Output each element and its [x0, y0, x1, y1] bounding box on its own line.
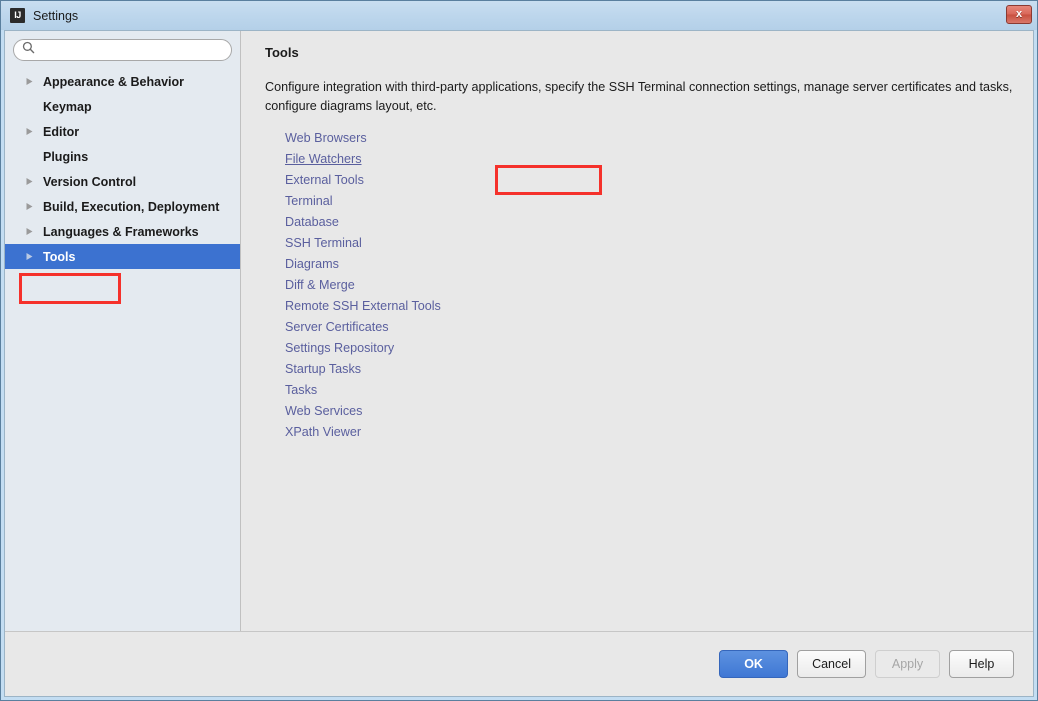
page-title: Tools [265, 45, 299, 60]
sidebar-item-label: Appearance & Behavior [43, 74, 185, 89]
search-container [5, 31, 240, 61]
page-description: Configure integration with third-party a… [265, 80, 1013, 113]
chevron-right-icon[interactable] [25, 227, 39, 236]
chevron-right-icon[interactable] [25, 127, 39, 136]
sidebar-item-label: Keymap [43, 99, 92, 114]
ok-button[interactable]: OK [719, 650, 789, 678]
settings-sidebar: Appearance & Behavior Keymap Editor Plug… [5, 31, 241, 631]
link-tasks[interactable]: Tasks [285, 380, 317, 401]
link-server-certificates[interactable]: Server Certificates [285, 317, 389, 338]
sidebar-item-label: Version Control [43, 174, 137, 189]
link-startup-tasks[interactable]: Startup Tasks [285, 359, 361, 380]
link-database[interactable]: Database [285, 212, 339, 233]
search-icon [22, 41, 35, 59]
link-xpath-viewer[interactable]: XPath Viewer [285, 422, 361, 443]
sidebar-item-keymap[interactable]: Keymap [5, 94, 240, 119]
sidebar-item-label: Editor [43, 124, 80, 139]
sidebar-item-languages-frameworks[interactable]: Languages & Frameworks [5, 219, 240, 244]
settings-tree: Appearance & Behavior Keymap Editor Plug… [5, 69, 240, 631]
link-ssh-terminal[interactable]: SSH Terminal [285, 233, 362, 254]
tools-subsection-links: Web Browsers File Watchers External Tool… [265, 128, 1015, 443]
panes: Appearance & Behavior Keymap Editor Plug… [5, 31, 1033, 631]
link-file-watchers[interactable]: File Watchers [285, 149, 362, 170]
sidebar-item-plugins[interactable]: Plugins [5, 144, 240, 169]
chevron-right-icon[interactable] [25, 202, 39, 211]
sidebar-item-appearance-behavior[interactable]: Appearance & Behavior [5, 69, 240, 94]
sidebar-item-label: Tools [43, 249, 76, 264]
sidebar-item-editor[interactable]: Editor [5, 119, 240, 144]
help-button[interactable]: Help [949, 650, 1014, 678]
settings-content-panel: Tools Configure integration with third-p… [241, 31, 1033, 631]
link-web-services[interactable]: Web Services [285, 401, 362, 422]
dialog-footer: OK Cancel Apply Help [5, 631, 1033, 696]
window-title: Settings [33, 8, 79, 23]
sidebar-item-label: Languages & Frameworks [43, 224, 199, 239]
link-remote-ssh-external-tools[interactable]: Remote SSH External Tools [285, 296, 441, 317]
ij-logo-icon: IJ [10, 8, 25, 23]
chevron-right-icon[interactable] [25, 252, 39, 261]
chevron-right-icon[interactable] [25, 177, 39, 186]
sidebar-item-label: Build, Execution, Deployment [43, 199, 220, 214]
sidebar-item-build-execution-deployment[interactable]: Build, Execution, Deployment [5, 194, 240, 219]
link-diagrams[interactable]: Diagrams [285, 254, 339, 275]
link-diff-merge[interactable]: Diff & Merge [285, 275, 355, 296]
search-box[interactable] [13, 39, 232, 61]
search-input[interactable] [39, 43, 223, 57]
dialog-body: Appearance & Behavior Keymap Editor Plug… [4, 30, 1034, 697]
sidebar-item-label: Plugins [43, 149, 89, 164]
settings-dialog-window: IJ Settings x Appearance & Behavior Keym… [0, 0, 1038, 701]
link-terminal[interactable]: Terminal [285, 191, 333, 212]
link-external-tools[interactable]: External Tools [285, 170, 364, 191]
apply-button: Apply [875, 650, 940, 678]
link-settings-repository[interactable]: Settings Repository [285, 338, 394, 359]
link-web-browsers[interactable]: Web Browsers [285, 128, 367, 149]
title-bar: IJ Settings x [1, 1, 1037, 30]
sidebar-item-tools[interactable]: Tools [5, 244, 240, 269]
close-icon[interactable]: x [1006, 5, 1032, 24]
sidebar-item-version-control[interactable]: Version Control [5, 169, 240, 194]
chevron-right-icon[interactable] [25, 77, 39, 86]
cancel-button[interactable]: Cancel [797, 650, 866, 678]
